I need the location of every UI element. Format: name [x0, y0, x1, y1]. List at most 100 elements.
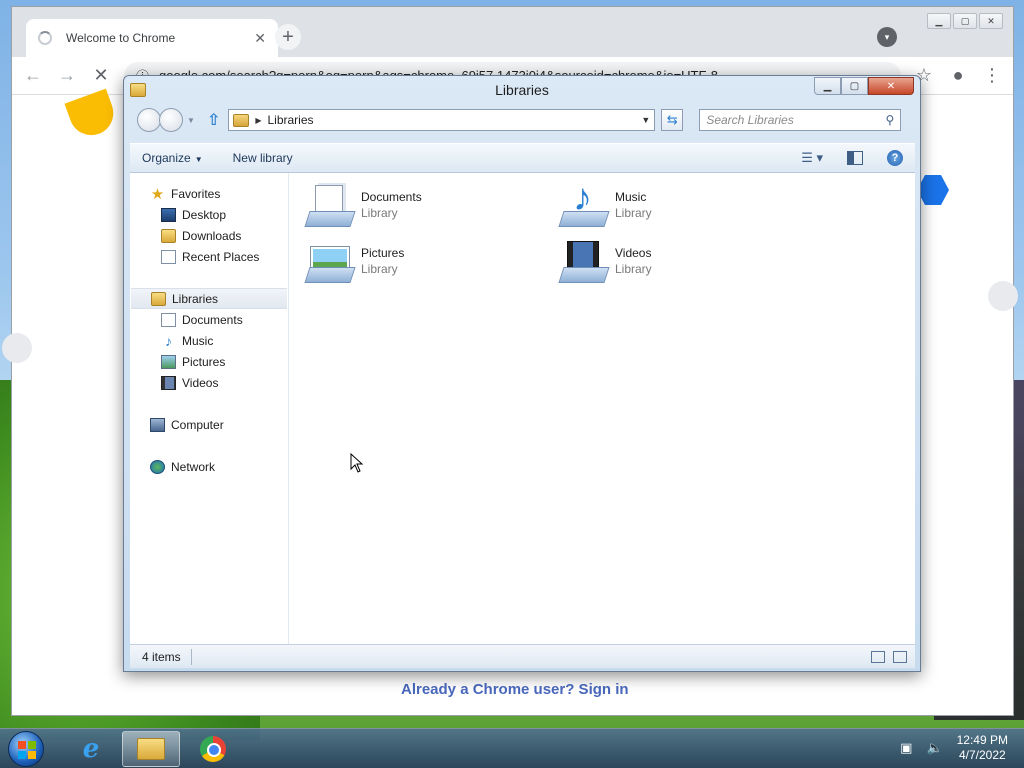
maximize-button[interactable]: ▢: [841, 77, 868, 95]
details-view-icon[interactable]: [871, 650, 885, 663]
new-tab-button[interactable]: +: [275, 24, 301, 50]
breadcrumb-libraries[interactable]: Libraries: [267, 113, 635, 127]
chevron-down-icon: ▼: [194, 155, 203, 164]
forward-icon[interactable]: →: [56, 65, 78, 86]
search-icon[interactable]: ⚲: [886, 113, 895, 127]
nav-libraries[interactable]: Libraries: [131, 288, 287, 309]
stop-icon[interactable]: ✕: [90, 65, 112, 86]
nav-label: Computer: [171, 417, 224, 432]
status-view-buttons: [871, 650, 907, 663]
nav-documents[interactable]: Documents: [130, 309, 288, 330]
taskbar-internet-explorer[interactable]: e: [62, 731, 120, 767]
explorer-folder-icon: [137, 738, 165, 760]
tile-name: Music: [615, 190, 647, 204]
signin-link[interactable]: Already a Chrome user? Sign in: [401, 681, 629, 698]
back-button[interactable]: [137, 108, 161, 132]
minimize-button[interactable]: ▁: [814, 77, 841, 95]
decorative-shape: [917, 175, 949, 205]
new-library-button[interactable]: New library: [233, 151, 293, 165]
documents-icon: [161, 312, 176, 327]
explorer-body: ★ Favorites Desktop Downloads Recent Pla…: [130, 173, 915, 644]
search-input[interactable]: Search Libraries ⚲: [699, 109, 902, 131]
nav-videos[interactable]: Videos: [130, 372, 288, 393]
computer-icon: [150, 417, 165, 432]
library-tile-pictures[interactable]: Pictures Library: [305, 237, 404, 285]
nav-pictures[interactable]: Pictures: [130, 351, 288, 372]
loading-spinner-icon: [38, 31, 52, 45]
nav-favorites[interactable]: ★ Favorites: [130, 183, 288, 204]
libraries-folder-icon: [151, 291, 166, 306]
forward-button[interactable]: [159, 108, 183, 132]
nav-recent-places[interactable]: Recent Places: [130, 246, 288, 267]
library-tile-documents[interactable]: Documents Library: [305, 181, 422, 229]
explorer-window: Libraries ▁ ▢ ✕ ▼ ⇧ ▶ Libraries ▼ ⇆ Sear…: [123, 75, 921, 672]
chrome-tab[interactable]: Welcome to Chrome ✕: [26, 19, 278, 57]
nav-label: Videos: [182, 375, 219, 390]
maximize-button[interactable]: ▢: [953, 13, 977, 29]
navigation-pane: ★ Favorites Desktop Downloads Recent Pla…: [130, 173, 289, 644]
clock-date: 4/7/2022: [958, 748, 1006, 762]
refresh-button[interactable]: ⇆: [661, 109, 684, 131]
organize-label: Organize: [142, 151, 191, 165]
tile-name: Videos: [615, 246, 652, 260]
decorative-circle: [988, 281, 1018, 311]
profile-icon[interactable]: ●: [947, 65, 969, 86]
preview-pane-icon[interactable]: [847, 151, 863, 165]
chrome-window-controls: ▁ ▢ ✕: [927, 13, 1003, 29]
command-bar: Organize ▼ New library ☰ ▾ ?: [130, 143, 915, 173]
explorer-titlebar[interactable]: Libraries ▁ ▢ ✕: [124, 76, 920, 104]
back-icon[interactable]: ←: [22, 65, 44, 86]
library-tile-videos[interactable]: Videos Library: [559, 237, 652, 285]
nav-network[interactable]: Network: [130, 456, 288, 477]
volume-icon[interactable]: 🔈: [926, 740, 942, 756]
nav-desktop[interactable]: Desktop: [130, 204, 288, 225]
desktop-icon: [161, 207, 176, 222]
tab-title: Welcome to Chrome: [66, 31, 176, 45]
nav-label: Libraries: [172, 291, 219, 306]
chrome-profile-download-icon[interactable]: ▾: [877, 27, 897, 47]
start-button[interactable]: [8, 731, 44, 767]
network-tray-icon[interactable]: ▣: [900, 740, 912, 756]
breadcrumb-arrow-icon[interactable]: ▶: [255, 116, 261, 125]
music-note-icon: ♪: [165, 332, 172, 349]
minimize-button[interactable]: ▁: [927, 13, 951, 29]
tile-name: Pictures: [361, 246, 405, 260]
status-bar: 4 items: [130, 644, 915, 668]
taskbar-windows-explorer[interactable]: [122, 731, 180, 767]
recent-places-icon: [161, 249, 176, 264]
help-icon[interactable]: ?: [887, 150, 903, 166]
large-icons-view-icon[interactable]: [893, 650, 907, 663]
nav-label: Desktop: [182, 207, 227, 222]
taskbar-chrome[interactable]: [184, 731, 242, 767]
nav-downloads[interactable]: Downloads: [130, 225, 288, 246]
google-logo-shape: [64, 88, 120, 142]
menu-kebab-icon[interactable]: ⋮: [981, 65, 1003, 86]
tile-name: Documents: [361, 190, 422, 204]
clock-time: 12:49 PM: [956, 733, 1008, 747]
clock[interactable]: 12:49 PM 4/7/2022: [957, 733, 1008, 763]
chrome-tabstrip: Welcome to Chrome ✕ + ▾ ▁ ▢ ✕: [12, 7, 1013, 57]
nav-music[interactable]: ♪ Music: [130, 330, 288, 351]
search-placeholder: Search Libraries: [706, 113, 794, 127]
up-arrow-icon[interactable]: ⇧: [207, 110, 220, 130]
libraries-folder-icon: [233, 113, 250, 127]
address-dropdown-icon[interactable]: ▼: [641, 115, 650, 125]
change-view-icon[interactable]: ☰ ▾: [801, 150, 823, 166]
network-icon: [150, 459, 165, 474]
tab-close-icon[interactable]: ✕: [254, 30, 266, 47]
recent-pages-dropdown-icon[interactable]: ▼: [187, 116, 195, 125]
nav-label: Documents: [182, 312, 243, 327]
item-count: 4 items: [142, 649, 181, 664]
close-button[interactable]: ✕: [868, 77, 914, 95]
library-tile-music[interactable]: Music Library: [559, 179, 652, 229]
status-divider: [190, 648, 192, 665]
address-bar[interactable]: ▶ Libraries ▼: [228, 109, 656, 131]
nav-label: Network: [171, 459, 216, 474]
nav-label: Recent Places: [182, 249, 260, 264]
organize-button[interactable]: Organize ▼: [142, 151, 203, 165]
nav-label: Pictures: [182, 354, 226, 369]
nav-computer[interactable]: Computer: [130, 414, 288, 435]
close-button[interactable]: ✕: [979, 13, 1003, 29]
chrome-logo-icon: [200, 736, 226, 762]
